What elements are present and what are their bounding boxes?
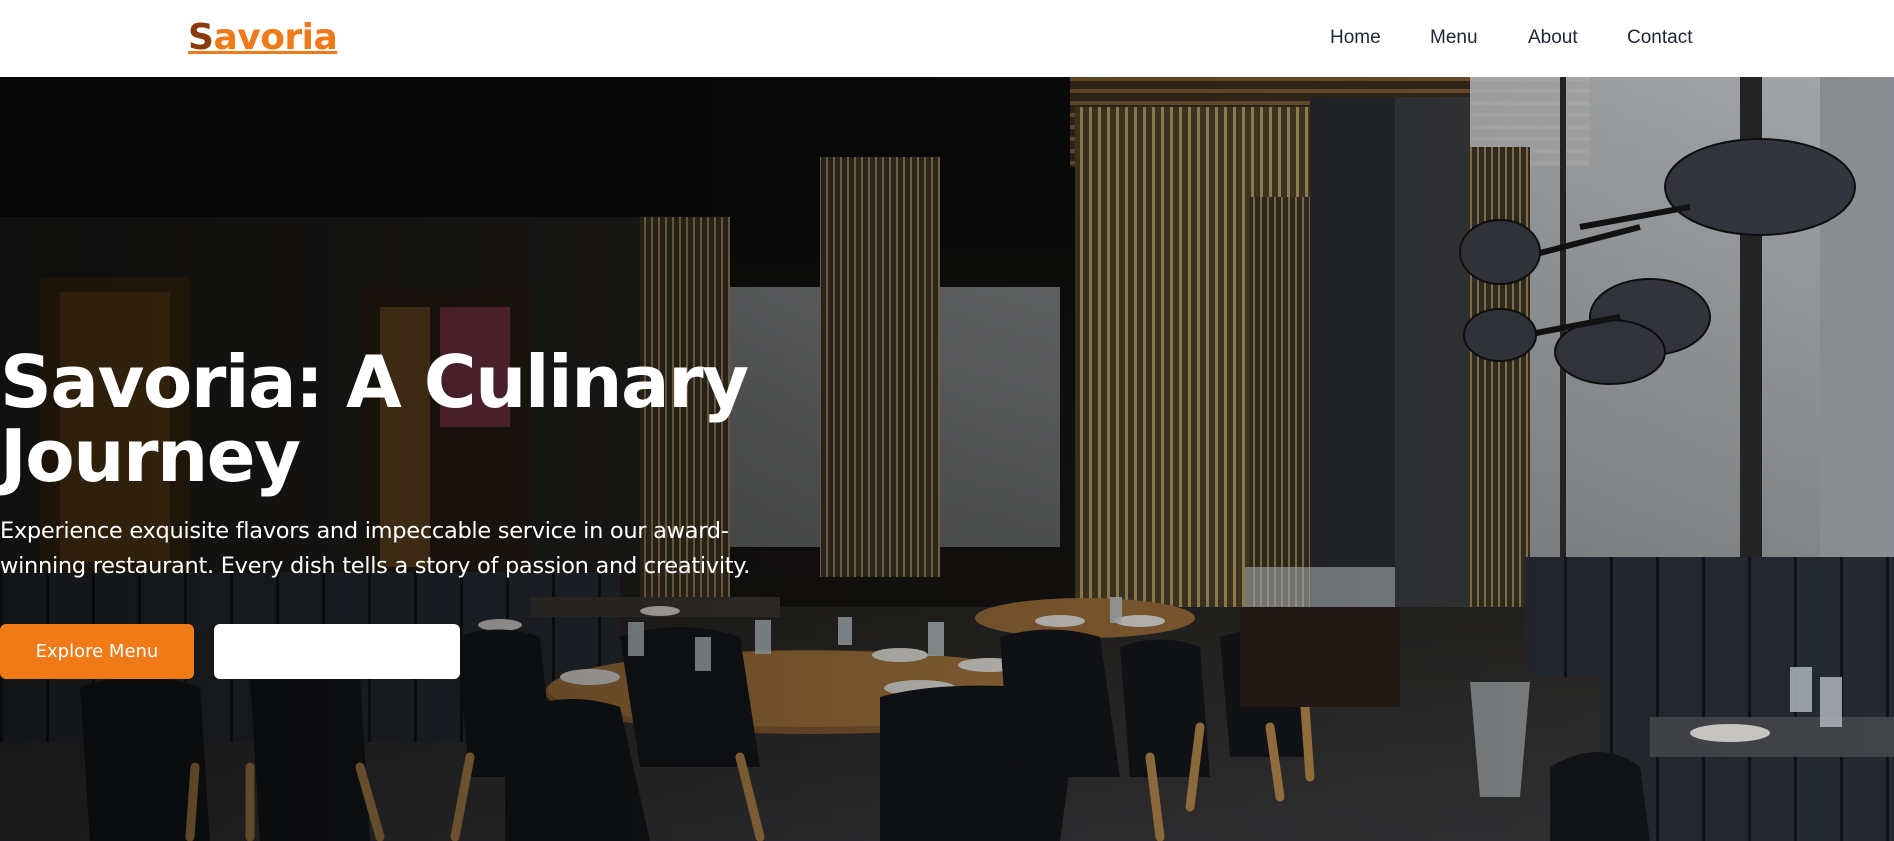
hero-subtitle: Experience exquisite flavors and impecca…: [0, 518, 750, 579]
site-header: Savoria Home Menu About Contact: [0, 0, 1894, 77]
nav-link-menu[interactable]: Menu: [1430, 26, 1478, 50]
logo[interactable]: Savoria: [188, 14, 338, 62]
hero-title: Savoria: A Culinary Journey: [0, 340, 749, 498]
nav-link-about[interactable]: About: [1528, 26, 1578, 50]
nav-link-contact[interactable]: Contact: [1627, 26, 1692, 50]
nav-link-home[interactable]: Home: [1330, 26, 1381, 50]
logo-rest: avoria: [213, 17, 338, 58]
hero-section: Savoria: A Culinary Journey Experience e…: [0, 77, 1894, 841]
explore-menu-button[interactable]: Explore Menu: [0, 624, 194, 679]
secondary-cta-button[interactable]: [214, 624, 460, 679]
logo-first-letter: S: [188, 17, 214, 58]
